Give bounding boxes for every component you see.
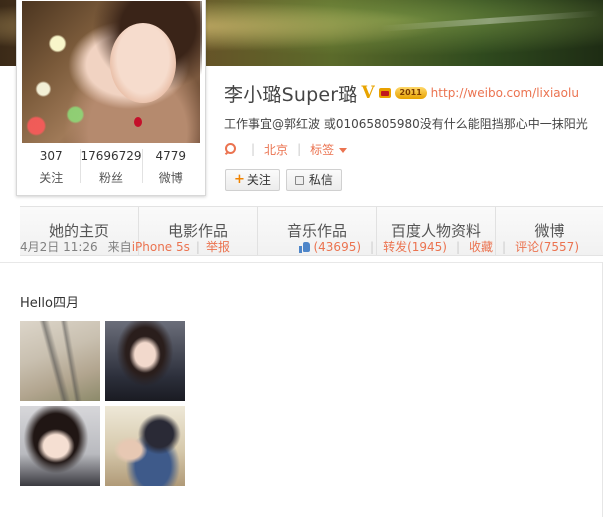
stat-posts-label: 微博 — [158, 171, 183, 185]
report-link[interactable]: 举报 — [206, 238, 230, 255]
post-actions: (43695) | 转发(1945) | 收藏 | 评论(7557) — [299, 238, 579, 255]
post-text: Hello四月 — [20, 296, 79, 311]
stat-followers-count: 17696729 — [80, 149, 142, 163]
follow-button-label: 关注 — [246, 173, 271, 187]
message-icon — [294, 175, 304, 185]
stat-posts-count: 4779 — [155, 149, 187, 163]
post-source[interactable]: iPhone 5s — [132, 240, 190, 254]
post-photo[interactable] — [20, 321, 100, 401]
profile-stats: 307 关注 17696729 粉丝 4779 微博 — [22, 145, 200, 189]
stat-followers-label: 粉丝 — [99, 171, 124, 185]
profile-actions: + 关注 私信 — [225, 169, 342, 191]
tags-dropdown[interactable]: 标签 — [310, 141, 348, 158]
post-photo[interactable] — [20, 406, 100, 486]
divider: | — [502, 239, 507, 254]
post-meta: 4月2日 11:26 来自 iPhone 5s | 举报 — [20, 238, 230, 255]
profile-name-row: 李小璐Super璐 V 2011 http://weibo.com/lixiao… — [224, 80, 579, 106]
profile-meta-row: | 北京 | 标签 — [224, 140, 348, 158]
verified-v-icon[interactable]: V — [361, 83, 374, 103]
repost-link[interactable]: 转发(1945) — [383, 238, 447, 255]
comment-link[interactable]: 评论(7557) — [515, 238, 579, 255]
stat-following-label: 关注 — [39, 171, 64, 185]
follow-button[interactable]: + 关注 — [225, 169, 280, 191]
tags-label: 标签 — [310, 142, 335, 157]
divider: | — [195, 239, 200, 254]
post-photo[interactable] — [105, 406, 185, 486]
divider: | — [455, 239, 461, 254]
avatar-face — [110, 23, 176, 103]
favorite-link[interactable]: 收藏 — [469, 238, 493, 255]
divider: | — [370, 239, 375, 254]
crown-icon[interactable] — [377, 86, 393, 100]
avatar-card: 307 关注 17696729 粉丝 4779 微博 — [16, 0, 206, 196]
message-button-label: 私信 — [308, 173, 333, 187]
profile-location[interactable]: 北京 — [264, 141, 288, 158]
plus-icon: + — [234, 172, 245, 187]
avatar[interactable] — [22, 1, 202, 143]
profile-url-link[interactable]: http://weibo.com/lixiaolu — [431, 86, 579, 100]
divider: | — [297, 142, 302, 156]
stat-following-count: 307 — [39, 149, 63, 163]
profile-name: 李小璐Super璐 — [224, 83, 358, 106]
banner-light-streak — [380, 10, 600, 32]
stat-followers[interactable]: 17696729 粉丝 — [80, 145, 142, 189]
avatar-pendant — [134, 117, 142, 127]
stat-following[interactable]: 307 关注 — [22, 145, 80, 189]
location-pin-icon — [224, 143, 236, 155]
stat-posts[interactable]: 4779 微博 — [141, 145, 200, 189]
post-timestamp[interactable]: 4月2日 11:26 — [20, 238, 98, 255]
post-photo[interactable] — [105, 321, 185, 401]
like-count[interactable]: (43695) — [313, 240, 361, 254]
thumbs-up-icon[interactable] — [299, 241, 311, 253]
profile-bio: 工作事宜@郭红波 或01065805980没有什么能阻挡那心中一抹阳光 — [224, 117, 588, 131]
divider: | — [251, 142, 256, 156]
vip-badge[interactable]: 2011 — [394, 87, 427, 99]
post-source-prefix: 来自 — [107, 240, 132, 254]
feed-post: Hello四月 — [0, 262, 603, 518]
message-button[interactable]: 私信 — [285, 169, 342, 191]
caret-down-icon — [339, 147, 348, 153]
